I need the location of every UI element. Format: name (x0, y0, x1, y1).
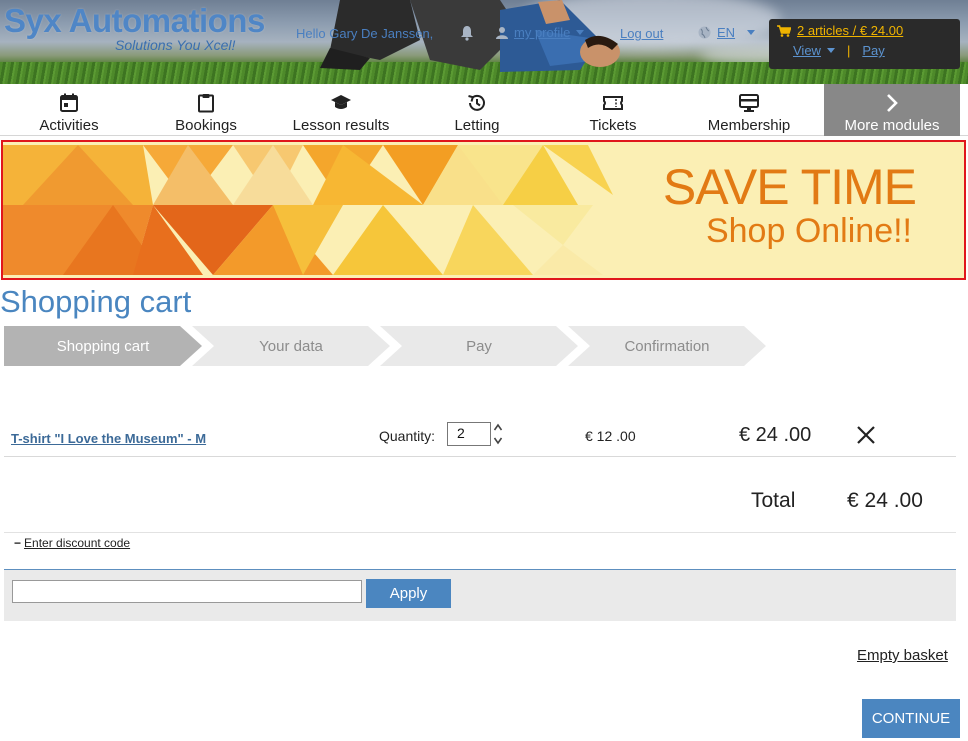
brand-logo[interactable]: Syx Automations (4, 2, 265, 40)
page-title: Shopping cart (0, 284, 192, 319)
nav-item-lesson-results[interactable]: Lesson results (276, 84, 406, 136)
discount-panel: Apply (4, 569, 956, 621)
bell-icon[interactable] (460, 25, 474, 41)
nav-item-label: Tickets (589, 117, 637, 134)
membership-card-icon (739, 94, 759, 112)
banner-triangle-pattern (3, 145, 613, 275)
banner-subtitle: Shop Online!! (705, 212, 912, 250)
mini-cart-view-link[interactable]: View (793, 43, 821, 58)
promo-banner[interactable]: SAVE TIME Shop Online!! (1, 140, 966, 280)
more-modules-label: More modules (844, 117, 940, 134)
separator: | (846, 43, 851, 58)
banner-title: SAVE TIME (662, 159, 917, 215)
calendar-icon (60, 93, 78, 112)
discount-code-input[interactable] (12, 580, 362, 603)
close-icon[interactable] (856, 425, 876, 445)
step-shopping-cart[interactable]: Shopping cart (4, 326, 202, 366)
mini-cart: 2 articles / € 24.00 View | Pay (769, 19, 960, 69)
profile-link[interactable]: my profile (514, 25, 570, 40)
site-header: Syx Automations Solutions You Xcel! Hell… (0, 0, 968, 84)
chevron-right-icon (887, 94, 898, 112)
step-your-data[interactable]: Your data (192, 326, 390, 366)
nav-item-tickets[interactable]: Tickets (548, 84, 678, 136)
more-modules-button[interactable]: More modules (824, 84, 960, 136)
cart-icon (777, 24, 791, 37)
user-icon (496, 27, 508, 39)
nav-item-label: Membership (707, 117, 791, 134)
logout-link[interactable]: Log out (620, 26, 663, 41)
nav-item-membership[interactable]: Membership (684, 84, 814, 136)
mini-cart-pay-link[interactable]: Pay (862, 43, 884, 58)
mini-cart-summary-link[interactable]: 2 articles / € 24.00 (797, 23, 903, 38)
chevron-down-icon (747, 30, 756, 35)
chevron-up-icon[interactable] (493, 422, 503, 433)
clipboard-icon (198, 94, 214, 113)
greeting-text: Hello Gary De Janssen, (296, 26, 434, 41)
nav-item-letting[interactable]: Letting (412, 84, 542, 136)
quantity-label: Quantity: (379, 428, 436, 444)
cart-item-row: T-shirt "I Love the Museum" - M Quantity… (4, 412, 956, 457)
cart-total-row: Total € 24 .00 (4, 458, 956, 533)
brand-tagline: Solutions You Xcel! (115, 37, 236, 53)
language-code[interactable]: EN (717, 25, 735, 40)
discount-code-toggle[interactable]: − Enter discount code (14, 536, 130, 550)
total-value: € 24 .00 (847, 489, 923, 512)
continue-button[interactable]: CONTINUE (862, 699, 960, 738)
minus-icon: − (14, 536, 22, 550)
checkout-steps: Shopping cart Your data Pay Confirmation (4, 326, 784, 366)
step-pay[interactable]: Pay (380, 326, 578, 366)
apply-discount-button[interactable]: Apply (366, 579, 451, 608)
nav-item-label: Letting (454, 117, 500, 134)
unit-price: € 12 .00 (585, 428, 636, 444)
language-selector[interactable]: EN (698, 25, 756, 40)
line-total: € 24 .00 (739, 424, 812, 446)
nav-item-bookings[interactable]: Bookings (141, 84, 271, 136)
graduation-cap-icon (331, 95, 351, 109)
chevron-down-icon (576, 30, 585, 35)
nav-item-activities[interactable]: Activities (4, 84, 134, 136)
ticket-icon (603, 96, 623, 110)
profile-menu[interactable]: my profile (496, 25, 585, 40)
globe-icon (698, 26, 711, 39)
nav-item-label: Activities (39, 117, 99, 134)
module-nav: Activities Bookings Lesson results Letti… (0, 84, 968, 136)
quantity-stepper[interactable] (492, 422, 504, 446)
nav-item-label: Bookings (175, 117, 237, 134)
chevron-down-icon (826, 48, 835, 53)
quantity-input[interactable]: 2 (447, 422, 491, 446)
chevron-down-icon[interactable] (493, 435, 503, 446)
step-confirmation[interactable]: Confirmation (568, 326, 766, 366)
nav-item-label: Lesson results (292, 117, 390, 134)
cart-item-name-link[interactable]: T-shirt "I Love the Museum" - M (11, 431, 206, 446)
discount-code-link[interactable]: Enter discount code (24, 536, 130, 550)
total-label: Total (751, 489, 796, 512)
empty-basket-link[interactable]: Empty basket (857, 647, 948, 664)
history-icon (468, 94, 485, 111)
